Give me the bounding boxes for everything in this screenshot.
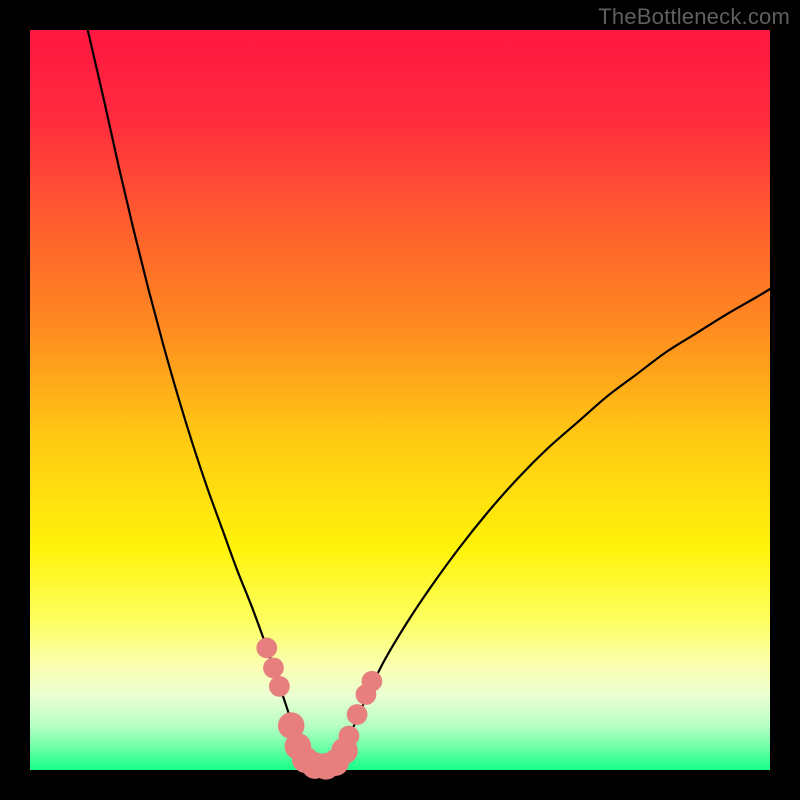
marker-dot (347, 704, 368, 725)
marker-dot (269, 676, 290, 697)
marker-dot (362, 671, 383, 692)
chart-container: TheBottleneck.com (0, 0, 800, 800)
watermark-text: TheBottleneck.com (598, 4, 790, 30)
marker-dot (256, 638, 277, 659)
marker-dot (263, 658, 284, 679)
marker-dot (339, 726, 360, 747)
bottleneck-chart (0, 0, 800, 800)
plot-background (30, 30, 770, 770)
